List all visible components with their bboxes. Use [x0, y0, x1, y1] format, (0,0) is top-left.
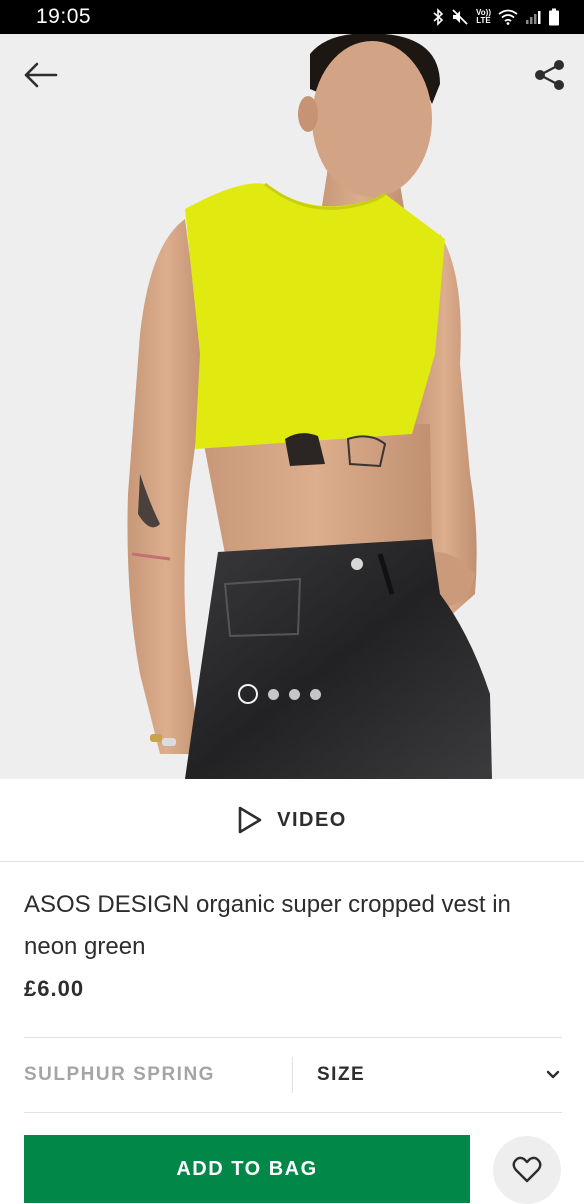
product-photo	[127, 34, 492, 779]
status-bar: 19:05 Vo)) LTE	[0, 0, 584, 34]
heart-icon	[512, 1156, 542, 1183]
volte-icon: Vo)) LTE	[476, 9, 491, 25]
product-title: ASOS DESIGN organic super cropped vest i…	[24, 891, 511, 960]
save-for-later-button[interactable]	[493, 1136, 561, 1204]
battery-icon	[549, 8, 559, 26]
gallery-pagination	[238, 684, 321, 704]
gallery-dot-active[interactable]	[238, 684, 258, 704]
gallery-dot[interactable]	[289, 688, 300, 700]
size-selector[interactable]: SIZE	[293, 1064, 562, 1086]
status-time: 19:05	[36, 5, 92, 28]
product-image-gallery[interactable]	[0, 34, 584, 779]
share-icon[interactable]	[532, 58, 568, 92]
gallery-dot[interactable]	[310, 688, 321, 700]
back-arrow-icon[interactable]	[22, 58, 62, 92]
play-icon	[238, 806, 262, 834]
mute-icon	[452, 9, 468, 25]
signal-icon	[526, 11, 541, 24]
add-to-bag-button[interactable]: ADD TO BAG	[24, 1135, 470, 1203]
status-icons: Vo)) LTE	[432, 8, 560, 26]
video-button[interactable]: VIDEO	[0, 779, 584, 862]
colour-label: SULPHUR SPRING	[24, 1057, 293, 1093]
product-price: £6.00	[24, 976, 85, 1001]
volte-text-bottom: LTE	[476, 16, 491, 25]
chevron-down-icon	[546, 1070, 560, 1079]
video-label: VIDEO	[277, 808, 347, 831]
product-options: SULPHUR SPRING SIZE	[24, 1037, 562, 1113]
gallery-dot[interactable]	[268, 688, 279, 700]
wifi-icon	[498, 9, 518, 25]
bluetooth-icon	[433, 8, 444, 26]
size-label: SIZE	[317, 1064, 366, 1085]
